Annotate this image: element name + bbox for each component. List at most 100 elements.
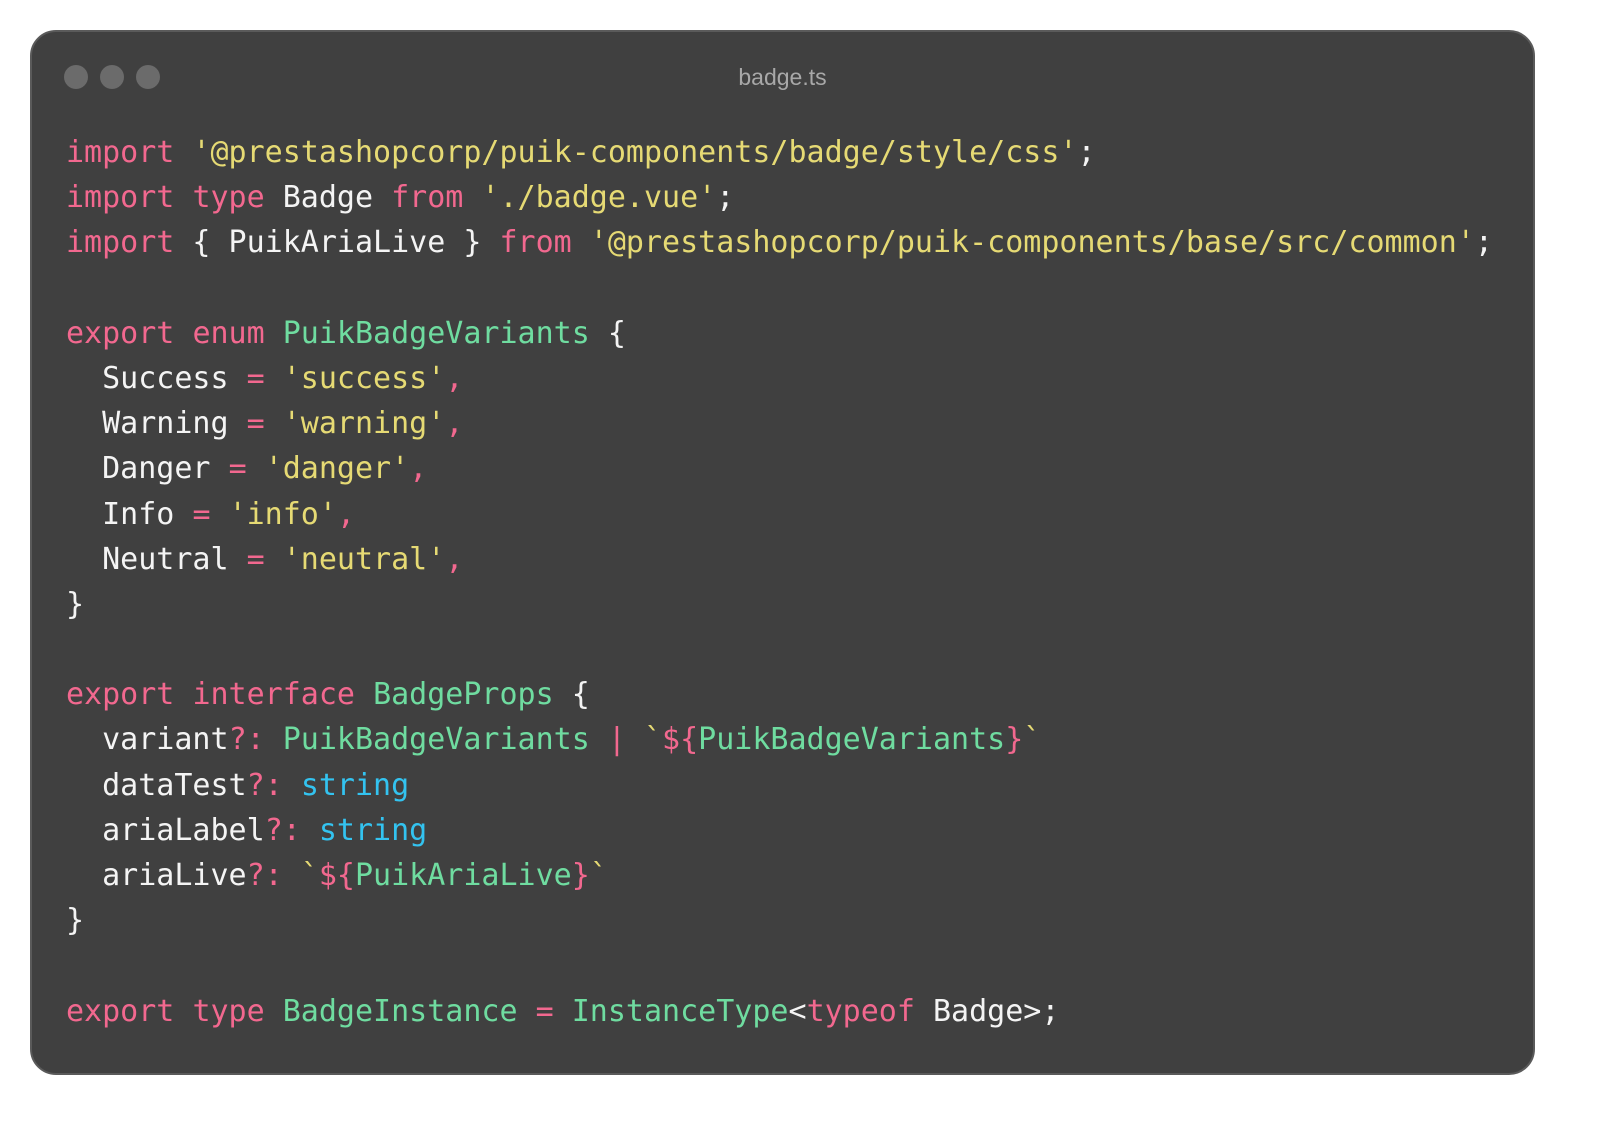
code-line: export type BadgeInstance = InstanceType… — [66, 989, 1493, 1034]
code-token: export — [66, 677, 175, 713]
code-line: ​ — [66, 627, 1493, 672]
code-token: = — [246, 541, 265, 577]
code-token: = — [246, 406, 265, 442]
code-token: '@prestashopcorp/puik-components/base/sr… — [589, 225, 1475, 261]
code-token: < — [788, 993, 807, 1029]
code-token: enum — [192, 315, 265, 351]
code-token: string — [318, 812, 428, 848]
code-token: ; — [1077, 135, 1096, 170]
code-token: interface — [192, 677, 355, 713]
code-token: PuikBadgeVariants — [698, 722, 1006, 758]
code-token: Badge>; — [914, 993, 1060, 1029]
code-window: badge.ts import '@prestashopcorp/puik-co… — [30, 30, 1535, 1075]
code-token: './badge.vue' — [481, 180, 717, 216]
code-token: from — [499, 225, 572, 261]
code-token: { — [589, 315, 626, 351]
code-line: Danger = 'danger', — [66, 446, 1493, 491]
code-token: string — [300, 767, 410, 803]
code-token: ?: — [264, 812, 301, 848]
code-token: 'info' — [228, 496, 337, 532]
code-token: , — [409, 451, 428, 487]
code-token: ` — [1023, 722, 1042, 758]
code-line: ariaLive?: `${PuikAriaLive}` — [66, 853, 1493, 898]
code-token: ariaLabel — [66, 812, 265, 848]
code-token: , — [445, 541, 464, 577]
code-token: 'danger' — [264, 451, 410, 487]
code-token: Success — [66, 360, 247, 396]
code-token: , — [445, 360, 464, 396]
code-line: Neutral = 'neutral', — [66, 537, 1493, 582]
code-token: = — [535, 993, 554, 1029]
code-token: ?: — [246, 858, 283, 893]
code-token: 'neutral' — [282, 541, 446, 577]
code-token: from — [391, 180, 464, 216]
code-line: dataTest?: string — [66, 763, 1493, 808]
code-line: ariaLabel?: string — [66, 808, 1493, 853]
code-line: Warning = 'warning', — [66, 401, 1493, 446]
code-token: ariaLive — [66, 858, 247, 893]
code-token: variant — [66, 722, 229, 758]
code-token: = — [192, 496, 211, 532]
code-token: dataTest — [66, 767, 247, 803]
code-token: BadgeProps — [373, 677, 554, 713]
code-token: = — [246, 360, 265, 396]
code-token: ${ — [318, 858, 355, 893]
code-token: = — [228, 451, 247, 487]
code-token: PuikAriaLive — [355, 858, 572, 893]
code-token: Danger — [66, 451, 229, 487]
code-line: variant?: PuikBadgeVariants | `${PuikBad… — [66, 717, 1493, 762]
code-token: { — [553, 677, 590, 713]
code-token: ` — [300, 858, 319, 893]
code-token: } — [66, 586, 85, 622]
code-token: ; — [1474, 225, 1493, 261]
code-token: , — [445, 406, 464, 442]
code-line: } — [66, 582, 1493, 627]
code-block: import '@prestashopcorp/puik-components/… — [66, 130, 1493, 1034]
window-titlebar: badge.ts — [32, 32, 1533, 122]
code-token: ?: — [246, 767, 283, 803]
code-token: type — [192, 993, 265, 1029]
code-token: 'warning' — [282, 406, 446, 442]
code-token: 'success' — [282, 360, 446, 396]
code-token: , — [336, 496, 355, 532]
code-token: import — [66, 180, 175, 216]
code-line: export interface BadgeProps { — [66, 672, 1493, 717]
code-token: export — [66, 315, 175, 351]
code-token: ` — [643, 722, 663, 758]
code-token: ` — [589, 858, 608, 893]
code-token: PuikBadgeVariants — [282, 722, 590, 758]
code-token: } — [66, 903, 85, 939]
code-token: { PuikAriaLive } — [174, 225, 500, 261]
code-line: import type Badge from './badge.vue'; — [66, 175, 1493, 220]
window-title: badge.ts — [738, 64, 827, 90]
code-token: export — [66, 993, 175, 1029]
code-token: } — [1005, 722, 1024, 758]
code-token: BadgeInstance — [282, 993, 518, 1029]
code-line: import '@prestashopcorp/puik-components/… — [66, 130, 1493, 175]
code-line: ​ — [66, 266, 1493, 311]
code-line: Info = 'info', — [66, 492, 1493, 537]
code-token: '@prestashopcorp/puik-components/badge/s… — [192, 135, 1078, 170]
code-token: PuikBadgeVariants — [282, 315, 590, 351]
code-token: typeof — [806, 993, 915, 1029]
code-token: ?: — [228, 722, 265, 758]
